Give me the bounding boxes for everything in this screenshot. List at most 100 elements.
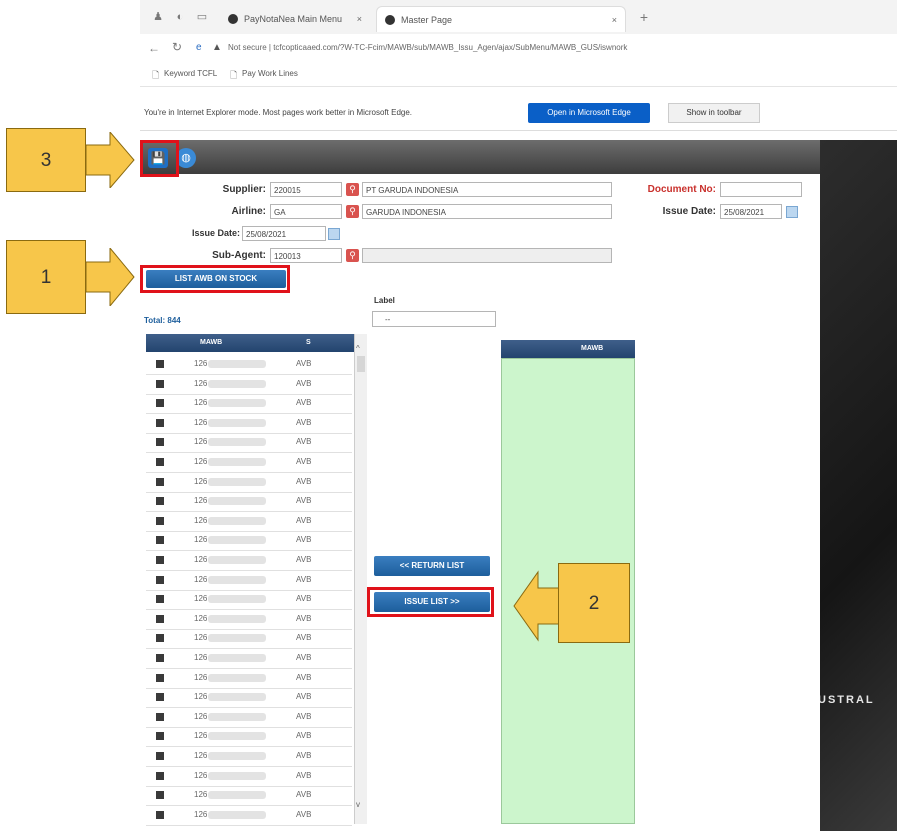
table-row[interactable]: 126 AVB [146,414,352,434]
table-row[interactable]: 126 AVB [146,806,352,826]
scroll-thumb[interactable] [357,356,365,372]
row-checkbox[interactable] [156,595,164,604]
new-tab-icon[interactable]: + [638,10,650,24]
row-checkbox[interactable] [156,614,164,623]
profile-icon[interactable]: ♟ [152,11,164,23]
label-select[interactable]: -- [372,311,496,327]
table-row[interactable]: 126 AVB [146,708,352,728]
globe-icon[interactable]: ◍ [176,148,196,168]
row-checkbox[interactable] [156,516,164,525]
row-checkbox[interactable] [156,360,164,368]
return-list-button[interactable]: << RETURN LIST [374,556,490,576]
row-checkbox[interactable] [156,379,164,388]
status-cell: AVB [296,457,312,466]
mawb-cell: 126 [194,457,208,466]
row-checkbox[interactable] [156,418,164,427]
close-tab-icon[interactable]: × [357,6,362,32]
url-field[interactable]: Not secure | tcfcopticaaed.com/?W-TC-Fci… [228,43,888,52]
table-row[interactable]: 126 AVB [146,394,352,415]
table-row[interactable]: 126 AVB [146,551,352,571]
redacted-value [208,654,266,662]
table-row[interactable]: 126 AVB [146,669,352,689]
row-checkbox[interactable] [156,477,164,486]
table-row[interactable]: 126 AVB [146,786,352,807]
mawb-cell: 126 [194,731,208,741]
row-checkbox[interactable] [156,634,164,643]
row-checkbox[interactable] [156,399,164,408]
table-row[interactable]: 126 AVB [146,355,352,375]
row-checkbox[interactable] [156,673,164,682]
search-icon[interactable]: ⚲ [346,183,359,196]
row-checkbox[interactable] [156,556,164,564]
open-in-edge-button[interactable]: Open in Microsoft Edge [528,103,650,123]
row-checkbox[interactable] [156,712,164,721]
status-cell: AVB [296,535,312,545]
table-row[interactable]: 126 AVB [146,571,352,591]
chevron-down-icon[interactable]: v [356,800,360,809]
row-checkbox[interactable] [156,458,164,466]
mawb-cell: 126 [194,574,208,584]
row-checkbox[interactable] [156,575,164,584]
calendar-icon[interactable] [786,206,798,218]
row-checkbox[interactable] [156,752,164,760]
table-row[interactable]: 126 AVB [146,610,352,630]
redacted-value [208,810,266,819]
bookmark-item[interactable]: Pay Work Lines [242,69,298,78]
search-icon[interactable]: ⚲ [346,249,359,262]
close-tab-icon[interactable]: × [612,7,617,33]
table-row[interactable]: 126 AVB [146,531,352,552]
table-row[interactable]: 126 AVB [146,767,352,787]
bookmark-item[interactable]: Keyword TCFL [164,69,217,78]
stock-grid-scrollbar[interactable]: ^ v [354,334,367,824]
row-checkbox[interactable] [156,536,164,545]
mawb-cell: 126 [194,692,208,702]
column-header-mawb[interactable]: MAWB [200,339,222,346]
supplier-label: Supplier: [222,184,266,195]
column-header-status[interactable]: S [306,339,311,346]
row-checkbox[interactable] [156,810,164,819]
table-row[interactable]: 126 AVB [146,629,352,650]
table-row[interactable]: 126 AVB [146,727,352,748]
warning-icon[interactable]: ▲ [212,42,222,53]
table-row[interactable]: 126 AVB [146,492,352,513]
row-checkbox[interactable] [156,693,164,702]
refresh-icon[interactable]: ↻ [172,40,182,54]
mawb-cell: 126 [194,515,208,525]
table-row[interactable]: 126 AVB [146,473,352,493]
row-checkbox[interactable] [156,791,164,800]
table-row[interactable]: 126 AVB [146,375,352,395]
table-row[interactable]: 126 AVB [146,688,352,709]
row-checkbox[interactable] [156,438,164,447]
workspaces-icon[interactable]: ◐ [174,11,186,23]
search-icon[interactable]: ⚲ [346,205,359,218]
issue-date-right-field[interactable]: 25/08/2021 [720,204,782,219]
issue-date-field[interactable]: 25/08/2021 [242,226,326,241]
chevron-up-icon[interactable]: ^ [356,344,360,353]
table-row[interactable]: 126 AVB [146,590,352,611]
redacted-value [208,575,266,584]
ie-mode-icon[interactable]: e [196,42,202,53]
table-row[interactable]: 126 AVB [146,453,352,473]
row-checkbox[interactable] [156,732,164,741]
row-checkbox[interactable] [156,771,164,780]
browser-tab-bar: ♟ ◐ ▭ PayNotaNea Main Menu × Master Page… [140,0,897,35]
table-row[interactable]: 126 AVB [146,512,352,532]
back-icon[interactable]: ← [148,41,160,55]
status-cell: AVB [296,633,312,643]
table-row[interactable]: 126 AVB [146,747,352,767]
tab-actions-icon[interactable]: ▭ [196,11,208,23]
table-row[interactable]: 126 AVB [146,649,352,669]
row-checkbox[interactable] [156,654,164,662]
row-checkbox[interactable] [156,497,164,506]
table-row[interactable]: 126 AVB [146,433,352,454]
airline-code-field[interactable]: GA [270,204,342,219]
document-no-field[interactable] [720,182,802,197]
tab-master-page[interactable]: Master Page × [376,6,626,32]
supplier-code-field[interactable]: 220015 [270,182,342,197]
calendar-icon[interactable] [328,228,340,240]
column-header-mawb[interactable]: MAWB [581,345,603,352]
show-in-toolbar-button[interactable]: Show in toolbar [668,103,760,123]
subagent-code-field[interactable]: 120013 [270,248,342,263]
tab-main-menu[interactable]: PayNotaNea Main Menu × [220,6,370,32]
issue-grid-header: MAWB [501,340,635,358]
